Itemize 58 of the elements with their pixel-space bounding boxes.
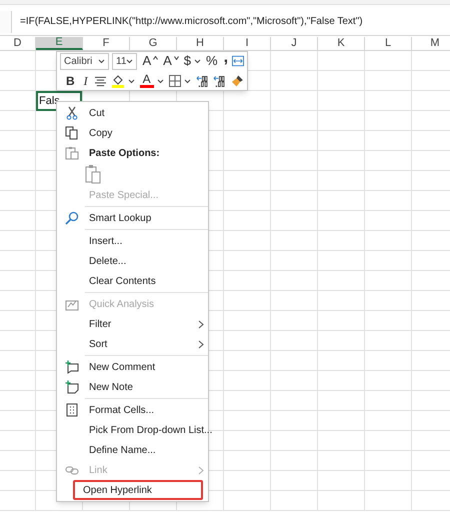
currency-button[interactable]: $: [182, 52, 194, 70]
borders-icon[interactable]: [168, 75, 181, 87]
menu-item[interactable]: Copy: [85, 123, 116, 143]
caret-up-icon: [153, 56, 158, 60]
comma-style-button[interactable]: ,: [222, 52, 230, 70]
font-dropdown[interactable]: Calibri: [60, 52, 110, 70]
menu-item[interactable]: Define Name...: [85, 440, 160, 460]
menu-item[interactable]: Open Hyperlink: [73, 480, 203, 500]
wrap-text-icon[interactable]: [232, 55, 244, 67]
italic-button[interactable]: I: [82, 72, 90, 90]
column-header[interactable]: F: [83, 37, 130, 50]
note-icon: [65, 380, 79, 394]
menu-item[interactable]: Clear Contents: [85, 271, 160, 291]
percent-button[interactable]: %: [204, 52, 220, 70]
caret-down-icon: [174, 56, 179, 60]
column-header[interactable]: H: [177, 37, 224, 50]
formula-field[interactable]: =IF(FALSE,HYPERLINK("http://www.microsoft.com","Microsoft"),"False Text"): [12, 10, 450, 32]
scissors-icon: [65, 106, 79, 120]
menu-item[interactable]: Cut: [85, 103, 109, 123]
column-header[interactable]: L: [365, 37, 412, 50]
copy-icon: [65, 126, 79, 140]
menu-item[interactable]: Delete...: [85, 251, 130, 271]
increase-decimal-icon[interactable]: [213, 74, 226, 88]
paintbrush-icon[interactable]: [231, 74, 244, 88]
column-header[interactable]: E: [36, 37, 83, 50]
menu-item[interactable]: Smart Lookup: [85, 208, 156, 228]
menu-item[interactable]: Insert...: [85, 231, 126, 251]
caret-icon: [184, 78, 191, 84]
menu-item[interactable]: New Comment: [85, 357, 160, 377]
increase-font-size-button[interactable]: A: [140, 52, 154, 70]
column-header[interactable]: J: [271, 37, 318, 50]
menu-item[interactable]: New Note: [85, 377, 137, 397]
clipboard-icon: [65, 146, 79, 160]
align-center-icon[interactable]: [94, 76, 106, 86]
bold-button[interactable]: B: [64, 72, 77, 90]
decrease-font-size-button[interactable]: A: [161, 52, 174, 70]
decrease-decimal-icon[interactable]: [196, 74, 208, 88]
caret-icon: [156, 78, 164, 84]
font-color-button[interactable]: A: [140, 72, 154, 90]
paste-icon[interactable]: [85, 164, 101, 184]
caret-icon: [98, 58, 106, 64]
column-header[interactable]: M: [412, 37, 450, 50]
column-header[interactable]: K: [318, 37, 365, 50]
menu-item[interactable]: Sort: [85, 334, 112, 354]
search-icon: [65, 211, 79, 225]
paste-options-heading: Paste Options:: [89, 146, 160, 160]
menu-item[interactable]: Format Cells...: [85, 400, 158, 420]
caret-icon: [126, 58, 134, 64]
comment-icon: [65, 360, 79, 374]
menu-item[interactable]: Pick From Drop-down List...: [85, 420, 216, 440]
caret-icon: [194, 58, 202, 64]
font-size-dropdown[interactable]: 11: [112, 52, 138, 70]
caret-icon: [128, 78, 135, 84]
column-header[interactable]: G: [130, 37, 177, 50]
fill-color-icon[interactable]: [110, 74, 125, 88]
format-cells-icon: [65, 403, 79, 417]
column-header[interactable]: I: [224, 37, 271, 50]
menu-item[interactable]: Filter: [85, 314, 116, 334]
